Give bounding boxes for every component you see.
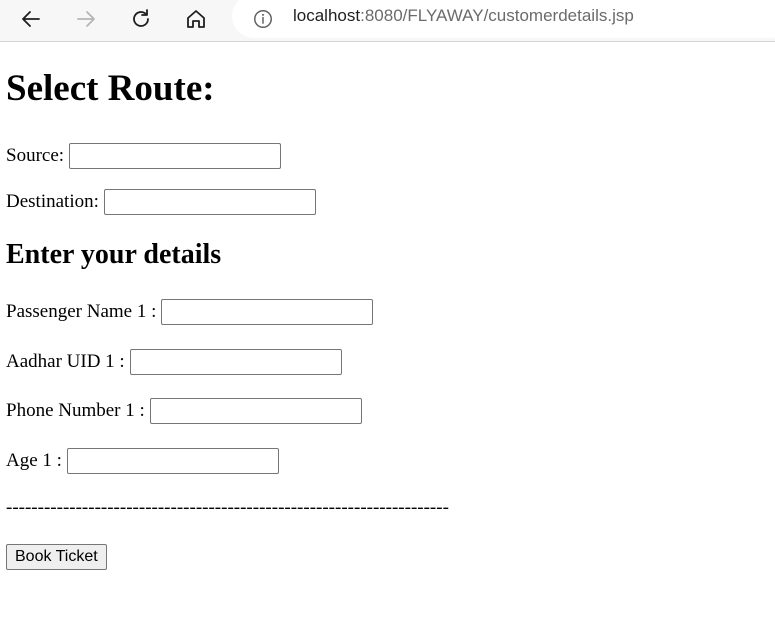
destination-input[interactable]	[103, 189, 316, 215]
book-ticket-button[interactable]: Book Ticket	[6, 544, 107, 570]
separator-line: ----------------------------------------…	[6, 497, 449, 518]
address-bar[interactable]: localhost:8080/FLYAWAY/customerdetails.j…	[232, 0, 775, 38]
aadhar-input[interactable]	[129, 349, 342, 375]
age-label: Age 1 :	[6, 450, 62, 471]
forward-arrow-icon	[77, 11, 95, 27]
url-host: localhost	[293, 6, 361, 25]
phone-label: Phone Number 1 :	[6, 400, 145, 421]
info-icon[interactable]	[252, 8, 274, 30]
refresh-icon	[133, 9, 149, 27]
passenger-name-input[interactable]	[161, 299, 374, 325]
destination-row: Destination:	[6, 189, 316, 215]
forward-button[interactable]	[69, 3, 103, 35]
browser-toolbar: localhost:8080/FLYAWAY/customerdetails.j…	[0, 0, 775, 42]
phone-row: Phone Number 1 :	[6, 398, 362, 424]
source-input[interactable]	[69, 143, 282, 169]
passenger-name-label: Passenger Name 1 :	[6, 301, 157, 322]
back-arrow-icon	[22, 11, 40, 27]
select-route-heading: Select Route:	[6, 68, 215, 109]
phone-input[interactable]	[149, 398, 362, 424]
details-heading: Enter your details	[6, 239, 222, 270]
url-path: :8080/FLYAWAY/customerdetails.jsp	[360, 6, 634, 25]
source-label: Source:	[6, 145, 65, 166]
source-row: Source:	[6, 143, 282, 169]
refresh-button[interactable]	[124, 3, 158, 35]
destination-label: Destination:	[6, 191, 99, 212]
aadhar-label: Aadhar UID 1 :	[6, 351, 125, 372]
age-input[interactable]	[66, 448, 279, 474]
back-button[interactable]	[14, 3, 48, 35]
age-row: Age 1 :	[6, 448, 279, 474]
aadhar-row: Aadhar UID 1 :	[6, 349, 342, 375]
home-icon	[187, 10, 205, 28]
url-text: localhost:8080/FLYAWAY/customerdetails.j…	[293, 6, 634, 26]
home-button[interactable]	[179, 3, 213, 35]
passenger-name-row: Passenger Name 1 :	[6, 299, 374, 325]
